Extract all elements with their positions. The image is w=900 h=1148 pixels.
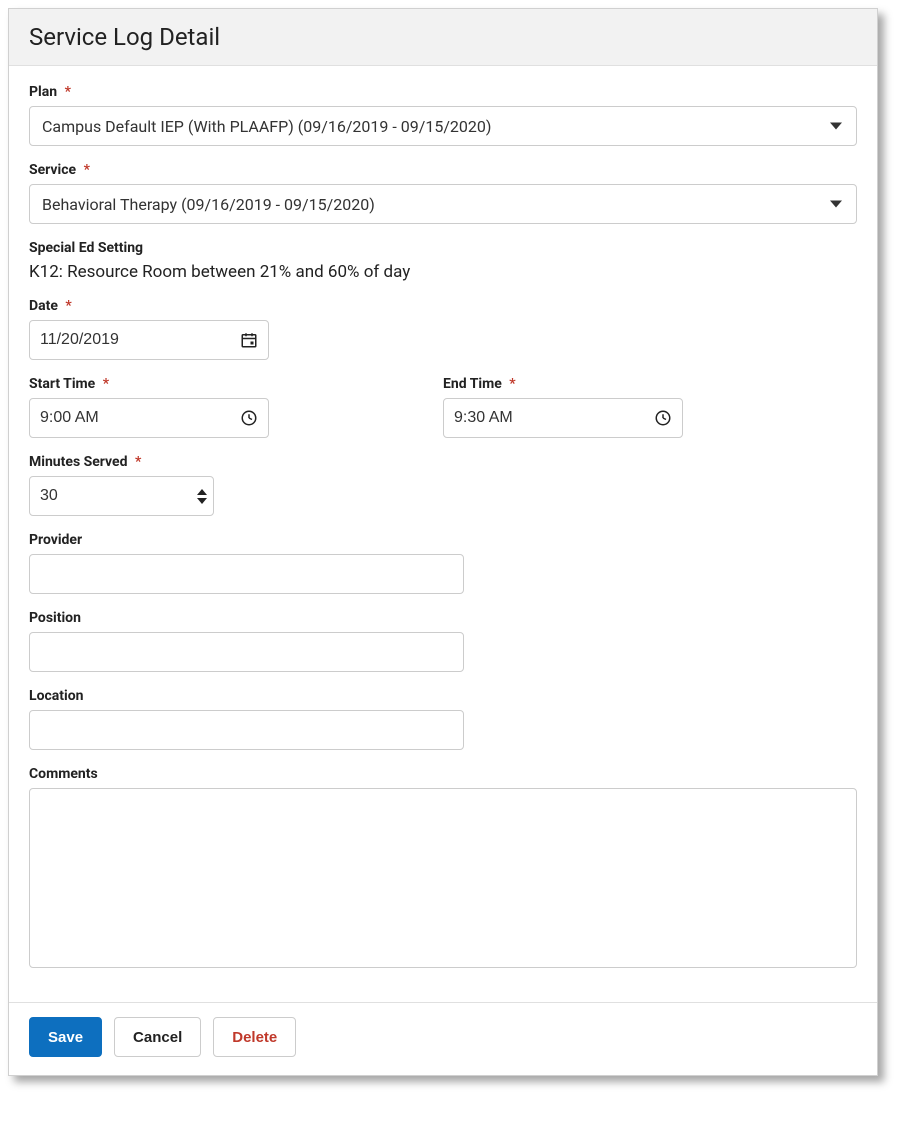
provider-input[interactable] [29,554,464,594]
required-marker: * [65,84,71,100]
clock-icon[interactable] [654,409,672,427]
minutes-served-field: Minutes Served * [29,454,857,516]
location-input-text[interactable] [40,721,453,739]
position-input-text[interactable] [40,643,453,661]
required-marker: * [509,376,515,392]
clock-icon[interactable] [240,409,258,427]
minutes-served-input[interactable] [29,476,214,516]
comments-label: Comments [29,766,857,782]
service-log-detail-window: Service Log Detail Plan * Campus Default… [8,8,878,1076]
date-field: Date * [29,298,857,360]
chevron-down-icon [830,201,842,208]
position-input[interactable] [29,632,464,672]
required-marker: * [135,454,141,470]
button-bar: Save Cancel Delete [9,1003,877,1075]
start-time-input-text[interactable] [40,409,258,427]
location-label: Location [29,688,857,704]
provider-input-text[interactable] [40,565,453,583]
calendar-icon[interactable] [240,331,258,349]
plan-select-value: Campus Default IEP (With PLAAFP) (09/16/… [42,117,491,136]
start-time-label: Start Time * [29,376,443,392]
end-time-label: End Time * [443,376,857,392]
location-input[interactable] [29,710,464,750]
end-time-field: End Time * [443,376,857,438]
number-spinner [197,477,207,515]
date-input[interactable] [29,320,269,360]
date-label: Date * [29,298,857,314]
time-row: Start Time * End Time [29,376,857,438]
required-marker: * [103,376,109,392]
start-time-field: Start Time * [29,376,443,438]
form-body: Plan * Campus Default IEP (With PLAAFP) … [9,66,877,1003]
comments-textarea[interactable] [29,788,857,968]
plan-select[interactable]: Campus Default IEP (With PLAAFP) (09/16/… [29,106,857,146]
chevron-down-icon [830,123,842,130]
end-time-input[interactable] [443,398,683,438]
spinner-down-icon[interactable] [197,498,207,504]
setting-label: Special Ed Setting [29,240,857,256]
position-label: Position [29,610,857,626]
plan-field: Plan * Campus Default IEP (With PLAAFP) … [29,84,857,146]
date-input-text[interactable] [40,331,258,349]
service-select[interactable]: Behavioral Therapy (09/16/2019 - 09/15/2… [29,184,857,224]
cancel-button[interactable]: Cancel [114,1017,201,1057]
minutes-served-input-text[interactable] [40,487,203,505]
end-time-input-text[interactable] [454,409,672,427]
comments-field: Comments [29,766,857,972]
page-title: Service Log Detail [29,23,857,51]
position-field: Position [29,610,857,672]
service-field: Service * Behavioral Therapy (09/16/2019… [29,162,857,224]
start-time-input[interactable] [29,398,269,438]
minutes-served-label: Minutes Served * [29,454,857,470]
setting-field: Special Ed Setting K12: Resource Room be… [29,240,857,282]
setting-value: K12: Resource Room between 21% and 60% o… [29,262,857,282]
location-field: Location [29,688,857,750]
required-marker: * [84,162,90,178]
plan-label: Plan * [29,84,857,100]
spinner-up-icon[interactable] [197,489,207,495]
delete-button[interactable]: Delete [213,1017,296,1057]
provider-label: Provider [29,532,857,548]
panel-header: Service Log Detail [9,9,877,66]
service-label: Service * [29,162,857,178]
required-marker: * [65,298,71,314]
save-button[interactable]: Save [29,1017,102,1057]
provider-field: Provider [29,532,857,594]
service-select-value: Behavioral Therapy (09/16/2019 - 09/15/2… [42,195,375,214]
